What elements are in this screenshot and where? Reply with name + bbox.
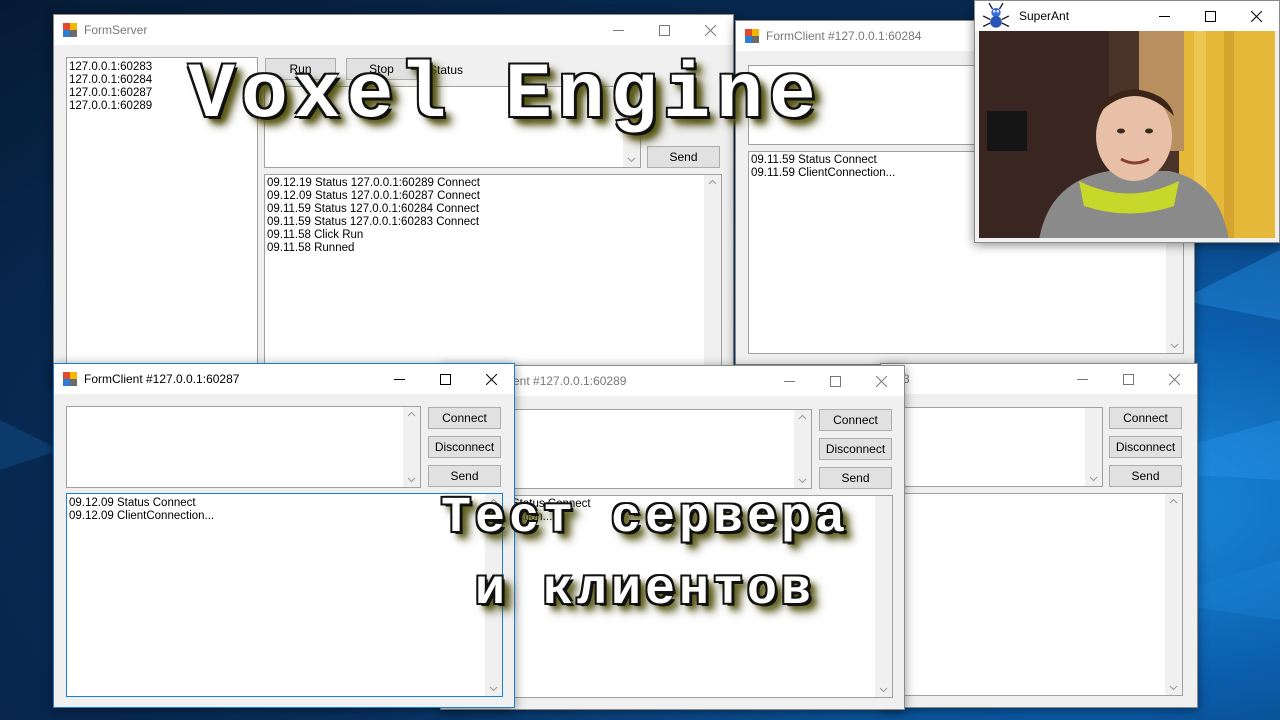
app-icon [63, 372, 77, 386]
maximize-icon [658, 24, 670, 36]
ant-icon [982, 2, 1010, 28]
connect-button[interactable]: Connect [428, 407, 501, 429]
close-icon [875, 375, 887, 387]
webcam-image [979, 31, 1275, 238]
scroll-up-icon [708, 179, 717, 185]
webcam-titlebar[interactable]: SuperAnt [975, 1, 1279, 31]
log-line: 09.11.58 Click Run [267, 229, 364, 241]
app-icon [63, 23, 77, 37]
scroll-down-icon [798, 478, 807, 484]
close-button[interactable] [1233, 1, 1279, 31]
minimize-icon [393, 378, 405, 380]
scroll-down-icon [1170, 343, 1179, 349]
form-client-60283-window: 3 Connect Disconnect Send [880, 363, 1198, 708]
scrollbar[interactable] [794, 410, 811, 488]
scrollbar[interactable] [1165, 494, 1182, 695]
close-icon [1250, 10, 1262, 22]
minimize-button[interactable] [595, 15, 641, 45]
log-line: 09.12.09 Status 127.0.0.1:60287 Connect [267, 190, 480, 202]
minimize-button[interactable] [766, 366, 812, 396]
close-button[interactable] [687, 15, 733, 45]
server-log[interactable]: 09.12.19 Status 127.0.0.1:60289 Connect … [264, 174, 722, 379]
overlay-subtitle-line1: Тест сервера [440, 490, 850, 547]
message-input[interactable] [501, 409, 812, 489]
message-input[interactable] [66, 406, 421, 488]
log-line: 09.11.59 Status 127.0.0.1:60284 Connect [267, 203, 480, 215]
form-client-titlebar[interactable]: FormClient #127.0.0.1:60287 [54, 364, 514, 394]
webcam-window: SuperAnt [974, 0, 1280, 243]
scroll-down-icon [407, 477, 416, 483]
scroll-up-icon [798, 414, 807, 420]
scrollbar[interactable] [403, 407, 420, 487]
send-button[interactable]: Send [1109, 465, 1182, 487]
form-client-titlebar[interactable]: 3 [881, 364, 1197, 394]
send-button[interactable]: Send [647, 146, 720, 168]
scroll-down-icon [879, 687, 888, 693]
maximize-button[interactable] [1187, 1, 1233, 31]
minimize-icon [1076, 378, 1088, 380]
form-server-titlebar[interactable]: FormServer [54, 15, 733, 45]
maximize-icon [1204, 10, 1216, 22]
minimize-icon [1158, 15, 1170, 17]
maximize-button[interactable] [812, 366, 858, 396]
scroll-down-icon [1089, 476, 1098, 482]
window-title: FormServer [84, 23, 148, 37]
connect-button[interactable]: Connect [819, 409, 892, 431]
minimize-icon [783, 380, 795, 382]
close-button[interactable] [1151, 364, 1197, 394]
log-line: 09.11.58 Runned [267, 242, 355, 254]
close-icon [1168, 373, 1180, 385]
maximize-button[interactable] [422, 364, 468, 394]
minimize-icon [612, 29, 624, 31]
maximize-icon [1122, 373, 1134, 385]
maximize-icon [439, 373, 451, 385]
webcam-feed [979, 31, 1275, 238]
scroll-down-icon [627, 157, 636, 163]
window-title: SuperAnt [1019, 9, 1070, 23]
message-input[interactable] [881, 407, 1103, 487]
maximize-button[interactable] [641, 15, 687, 45]
minimize-button[interactable] [376, 364, 422, 394]
log-line: 09.12.19 Status 127.0.0.1:60289 Connect [267, 177, 480, 189]
disconnect-button[interactable]: Disconnect [428, 436, 501, 458]
maximize-icon [829, 375, 841, 387]
close-icon [704, 24, 716, 36]
disconnect-button[interactable]: Disconnect [1109, 436, 1182, 458]
scroll-up-icon [1169, 498, 1178, 504]
scrollbar[interactable] [704, 175, 721, 378]
connect-button[interactable]: Connect [1109, 407, 1182, 429]
send-button[interactable]: Send [428, 465, 501, 487]
app-icon [745, 29, 759, 43]
window-title: FormClient #127.0.0.1:60287 [84, 372, 240, 386]
minimize-button[interactable] [1059, 364, 1105, 394]
scroll-down-icon [1169, 685, 1178, 691]
close-button[interactable] [468, 364, 514, 394]
scroll-up-icon [407, 411, 416, 417]
send-button[interactable]: Send [819, 467, 892, 489]
close-button[interactable] [858, 366, 904, 396]
maximize-button[interactable] [1105, 364, 1151, 394]
disconnect-button[interactable]: Disconnect [819, 438, 892, 460]
client-log[interactable] [881, 493, 1183, 696]
minimize-button[interactable] [1141, 1, 1187, 31]
window-title: ent #127.0.0.1:60289 [513, 374, 627, 388]
scrollbar[interactable] [1085, 408, 1102, 486]
scroll-down-icon [489, 686, 498, 692]
overlay-subtitle-line2: и клиентов [474, 562, 816, 619]
overlay-title: Voxel Engine [188, 52, 822, 140]
close-icon [485, 373, 497, 385]
window-title: FormClient #127.0.0.1:60284 [766, 29, 922, 43]
log-line: 09.11.59 Status 127.0.0.1:60283 Connect [267, 216, 480, 228]
